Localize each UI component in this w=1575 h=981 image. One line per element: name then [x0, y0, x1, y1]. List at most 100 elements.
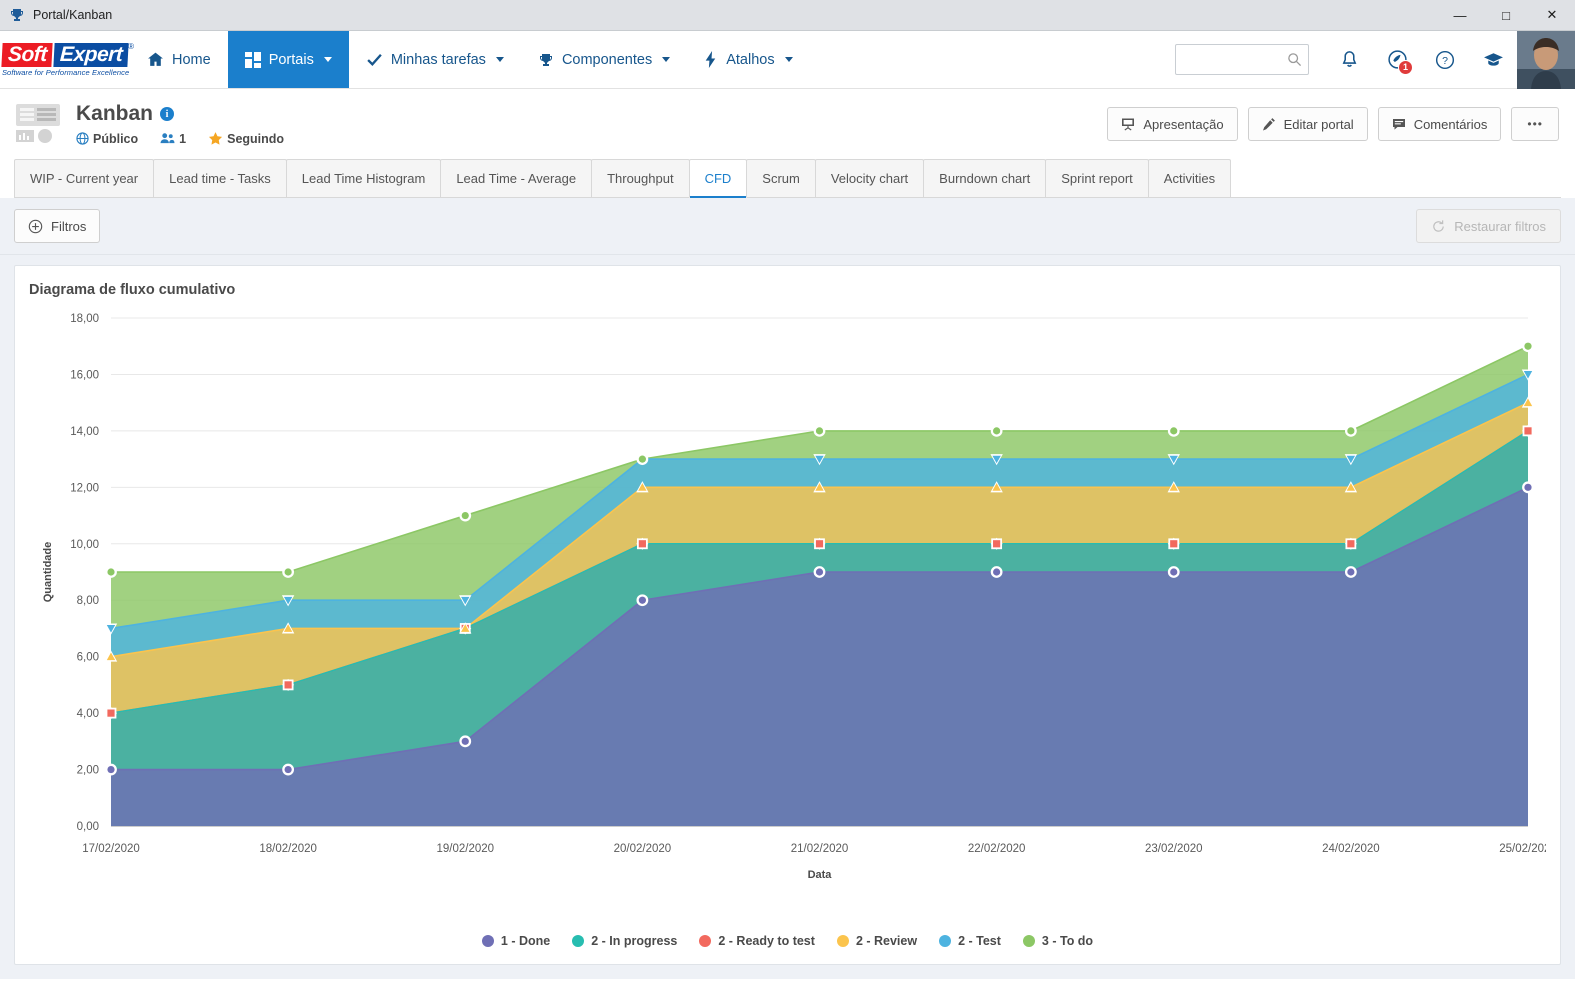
refresh-icon: [1431, 219, 1446, 234]
softexpert-logo[interactable]: Soft Expert ® Software for Performance E…: [0, 31, 134, 88]
svg-text:2,00: 2,00: [77, 765, 99, 777]
filter-toolbar: Filtros Restaurar filtros: [0, 198, 1575, 255]
maximize-button[interactable]: □: [1483, 0, 1529, 31]
portal-members: 1: [160, 132, 186, 146]
academy-button[interactable]: [1469, 31, 1517, 89]
button-label: Restaurar filtros: [1454, 218, 1546, 234]
legend-item[interactable]: 2 - Test: [939, 934, 1001, 948]
svg-text:?: ?: [1442, 55, 1448, 67]
projector-icon: [1121, 117, 1135, 131]
legend-swatch-icon: [481, 935, 494, 947]
svg-text:14,00: 14,00: [70, 426, 99, 438]
tab-wip-current-year[interactable]: WIP - Current year: [14, 159, 155, 197]
chevron-down-icon: [495, 57, 504, 62]
tab-lead-time-average[interactable]: Lead Time - Average: [440, 159, 593, 197]
chevron-down-icon: [323, 57, 332, 62]
portal-following[interactable]: Seguindo: [208, 131, 284, 146]
svg-text:20/02/2020: 20/02/2020: [614, 843, 672, 855]
tab-throughput[interactable]: Throughput: [591, 159, 690, 197]
legend-label: 1 - Done: [500, 934, 551, 948]
portal-tabs: WIP - Current year Lead time - Tasks Lea…: [14, 159, 1561, 198]
editar-portal-button[interactable]: Editar portal: [1247, 107, 1368, 141]
question-circle-icon: ?: [1435, 50, 1455, 70]
svg-text:19/02/2020: 19/02/2020: [436, 843, 494, 855]
legend-item[interactable]: 2 - Review: [836, 934, 917, 948]
chart-title: Diagrama de fluxo cumulativo: [29, 282, 236, 298]
svg-text:8,00: 8,00: [77, 595, 99, 607]
search-box[interactable]: [1175, 44, 1309, 75]
logo-tagline: Software for Performance Excellence: [1, 67, 130, 77]
svg-text:16,00: 16,00: [70, 369, 99, 381]
filtros-button[interactable]: Filtros: [14, 209, 101, 243]
help-button[interactable]: ?: [1421, 31, 1469, 89]
portal-visibility-label: Público: [93, 131, 139, 146]
nav-label: Atalhos: [726, 51, 775, 68]
comentarios-button[interactable]: Comentários: [1377, 107, 1502, 141]
trophy-icon: [538, 52, 554, 68]
nav-item-minhas-tarefas[interactable]: Minhas tarefas: [349, 31, 521, 88]
chevron-down-icon: [784, 57, 793, 62]
nav-item-portais[interactable]: Portais: [227, 31, 349, 88]
button-label: Filtros: [51, 218, 87, 234]
info-icon[interactable]: i: [160, 107, 175, 121]
main-menu: Home Portais Minhas tarefas Componentes: [130, 31, 810, 88]
tab-lead-time-tasks[interactable]: Lead time - Tasks: [153, 159, 287, 197]
notification-badge: 1: [1398, 59, 1413, 75]
tab-burndown-chart[interactable]: Burndown chart: [923, 159, 1047, 197]
user-avatar[interactable]: [1517, 30, 1575, 89]
tab-sprint-report[interactable]: Sprint report: [1045, 159, 1149, 197]
legend-item[interactable]: 1 - Done: [481, 934, 551, 948]
svg-text:6,00: 6,00: [77, 652, 99, 664]
nav-item-componentes[interactable]: Componentes: [521, 31, 687, 88]
chart-panel-area: Diagrama de fluxo cumulativo 0,00 2,00 4,0…: [0, 255, 1575, 979]
legend-label: 3 - To do: [1041, 934, 1094, 948]
tab-velocity-chart[interactable]: Velocity chart: [814, 159, 925, 197]
more-options-button[interactable]: •••: [1511, 107, 1559, 141]
tab-scrum[interactable]: Scrum: [746, 159, 816, 197]
nav-label: Minhas tarefas: [390, 51, 486, 68]
legend-label: 2 - Ready to test: [718, 934, 815, 948]
tab-lead-time-histogram[interactable]: Lead Time Histogram: [285, 159, 442, 197]
top-navigation-bar: Soft Expert ® Software for Performance E…: [0, 30, 1575, 89]
portal-tabs-container: WIP - Current year Lead time - Tasks Lea…: [0, 159, 1575, 198]
nav-label: Home: [172, 51, 211, 68]
cumulative-flow-chart[interactable]: 0,00 2,00 4,00 6,00 8,00 10,00 12,00 14,00 16,00…: [29, 304, 1546, 904]
portal-header-actions: Apresentação Editar portal Comentários •…: [1107, 107, 1559, 141]
svg-text:12,00: 12,00: [70, 482, 99, 494]
nav-item-home[interactable]: Home: [130, 31, 228, 88]
svg-text:18,00: 18,00: [70, 313, 99, 325]
svg-text:23/02/2020: 23/02/2020: [1145, 843, 1203, 855]
legend-swatch-icon: [939, 935, 952, 947]
legend-label: 2 - In progress: [591, 934, 678, 948]
svg-text:4,00: 4,00: [77, 708, 99, 720]
trophy-icon: [9, 7, 25, 23]
nav-item-atalhos[interactable]: Atalhos: [687, 31, 809, 88]
minimize-button[interactable]: —: [1437, 0, 1483, 31]
tab-activities[interactable]: Activities: [1147, 159, 1232, 197]
page-title: Kanban: [76, 102, 154, 125]
portal-following-label: Seguindo: [227, 131, 285, 146]
legend-item[interactable]: 2 - In progress: [572, 934, 677, 948]
tab-cfd[interactable]: CFD: [688, 159, 748, 198]
apresentacao-button[interactable]: Apresentação: [1107, 107, 1238, 141]
window-controls: — □ ✕: [1437, 0, 1575, 31]
portal-thumbnail-icon: [14, 102, 66, 146]
legend-swatch-icon: [572, 935, 585, 947]
legend-swatch-icon: [699, 935, 712, 947]
legend-item[interactable]: 3 - To do: [1022, 934, 1094, 948]
search-icon[interactable]: [1287, 52, 1302, 67]
pending-tasks-button[interactable]: 1: [1373, 31, 1421, 89]
comment-icon: [1392, 117, 1406, 131]
restaurar-filtros-button[interactable]: Restaurar filtros: [1416, 209, 1561, 243]
notifications-button[interactable]: [1325, 31, 1373, 89]
search-input[interactable]: [1182, 52, 1287, 67]
legend-item[interactable]: 2 - Ready to test: [699, 934, 815, 948]
pencil-icon: [1262, 117, 1276, 131]
svg-text:22/02/2020: 22/02/2020: [968, 843, 1026, 855]
legend-swatch-icon: [836, 935, 849, 947]
close-button[interactable]: ✕: [1529, 0, 1575, 31]
home-icon: [147, 51, 164, 68]
svg-text:Data: Data: [808, 869, 833, 881]
window-title: Portal/Kanban: [33, 8, 113, 22]
star-icon: [208, 131, 223, 146]
